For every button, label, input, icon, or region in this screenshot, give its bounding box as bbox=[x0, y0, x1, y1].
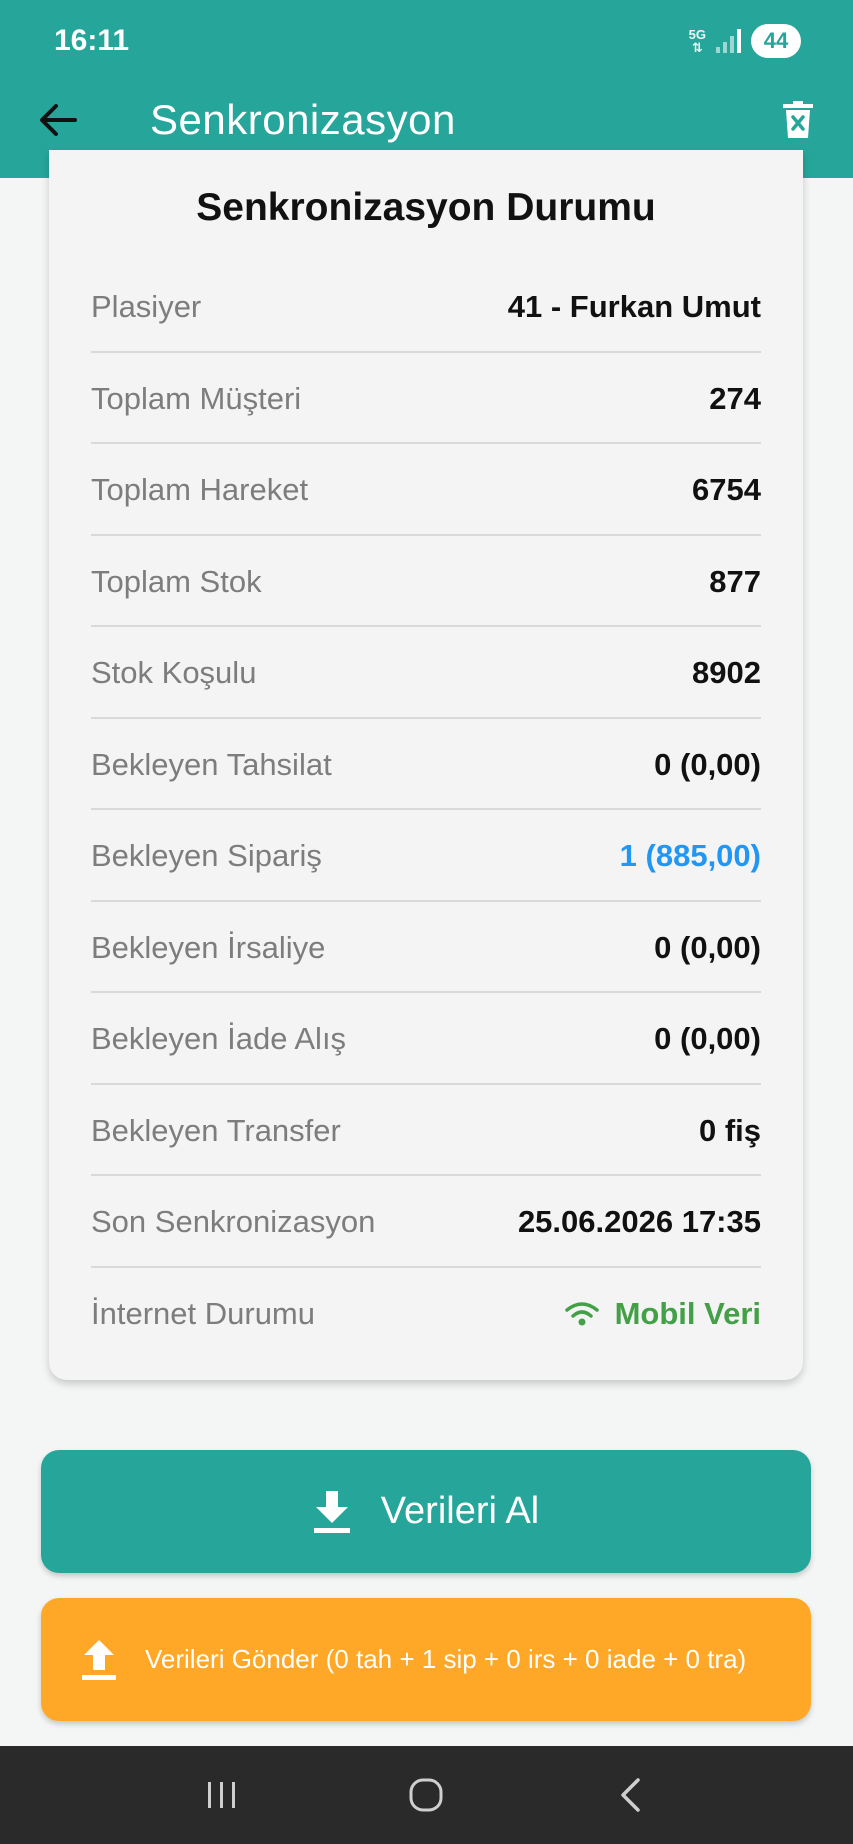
chevron-left-icon bbox=[621, 1778, 640, 1812]
row-pending-order[interactable]: Bekleyen Sipariş 1 (885,00) bbox=[91, 810, 761, 901]
wifi-icon bbox=[564, 1301, 599, 1325]
row-stock-condition: Stok Koşulu 8902 bbox=[91, 627, 761, 718]
network-type-icon: 5G ⇅ bbox=[688, 27, 706, 55]
row-label: Bekleyen Tahsilat bbox=[91, 746, 332, 782]
internet-status-value: Mobil Veri bbox=[564, 1295, 761, 1332]
row-label: Toplam Hareket bbox=[91, 471, 309, 507]
row-label: İnternet Durumu bbox=[91, 1295, 315, 1331]
pending-order-link[interactable]: 1 (885,00) bbox=[620, 838, 761, 874]
back-button[interactable] bbox=[36, 98, 80, 142]
row-label: Son Senkronizasyon bbox=[91, 1203, 376, 1239]
row-value: 0 (0,00) bbox=[654, 1020, 761, 1056]
receive-data-button[interactable]: Verileri Al bbox=[41, 1450, 811, 1573]
home-button[interactable] bbox=[396, 1765, 456, 1825]
row-label: Plasiyer bbox=[91, 288, 202, 324]
internet-status-label: Mobil Veri bbox=[614, 1295, 761, 1331]
row-total-customers: Toplam Müşteri 274 bbox=[91, 353, 761, 444]
receive-data-label: Verileri Al bbox=[380, 1490, 540, 1532]
network-type-label: 5G bbox=[688, 27, 706, 42]
status-indicators: 5G ⇅ 44 bbox=[689, 24, 801, 58]
card-title: Senkronizasyon Durumu bbox=[196, 186, 656, 229]
home-icon bbox=[409, 1778, 443, 1812]
recent-apps-icon bbox=[208, 1782, 236, 1808]
sync-screen: 16:11 5G ⇅ 44 Senkronizasyon Senkronizasy… bbox=[0, 0, 853, 1844]
upload-icon bbox=[82, 1639, 116, 1680]
row-label: Bekleyen İrsaliye bbox=[91, 929, 326, 965]
row-label: Toplam Stok bbox=[91, 563, 262, 599]
delete-icon bbox=[783, 101, 813, 138]
row-label: Bekleyen Transfer bbox=[91, 1112, 341, 1148]
nav-back-button[interactable] bbox=[601, 1765, 661, 1825]
recent-apps-button[interactable] bbox=[192, 1765, 252, 1825]
row-label: Bekleyen Sipariş bbox=[91, 837, 322, 873]
row-pending-waybill: Bekleyen İrsaliye 0 (0,00) bbox=[91, 902, 761, 993]
row-value: 877 bbox=[709, 563, 761, 599]
row-label: Stok Koşulu bbox=[91, 654, 257, 690]
row-label: Bekleyen İade Alış bbox=[91, 1020, 347, 1056]
row-value: 274 bbox=[709, 380, 761, 416]
row-value: 0 fiş bbox=[698, 1112, 761, 1148]
send-data-button[interactable]: Verileri Gönder (0 tah + 1 sip + 0 irs +… bbox=[41, 1598, 811, 1721]
row-total-stock: Toplam Stok 877 bbox=[91, 536, 761, 627]
send-data-label: Verileri Gönder (0 tah + 1 sip + 0 irs +… bbox=[145, 1644, 747, 1674]
battery-indicator: 44 bbox=[751, 24, 801, 58]
arrow-left-icon bbox=[40, 104, 77, 136]
page-title: Senkronizasyon bbox=[150, 96, 456, 143]
download-icon bbox=[313, 1490, 350, 1533]
delete-button[interactable] bbox=[777, 98, 819, 142]
row-internet-status: İnternet Durumu Mobil Veri bbox=[91, 1268, 761, 1359]
row-value: 0 (0,00) bbox=[654, 929, 761, 965]
row-total-transactions: Toplam Hareket 6754 bbox=[91, 444, 761, 535]
row-pending-return: Bekleyen İade Alış 0 (0,00) bbox=[91, 993, 761, 1084]
row-pending-transfer: Bekleyen Transfer 0 fiş bbox=[91, 1085, 761, 1176]
row-value: 0 (0,00) bbox=[654, 746, 761, 782]
sync-status-card: Senkronizasyon Durumu Plasiyer 41 - Furk… bbox=[49, 150, 803, 1380]
row-value: 25.06.2026 17:35 bbox=[517, 1203, 761, 1239]
row-plasiyer: Plasiyer 41 - Furkan Umut bbox=[91, 261, 761, 352]
row-value: 41 - Furkan Umut bbox=[507, 288, 761, 324]
status-time: 16:11 bbox=[54, 24, 130, 57]
signal-icon bbox=[716, 29, 741, 53]
row-pending-collection: Bekleyen Tahsilat 0 (0,00) bbox=[91, 719, 761, 810]
row-label: Toplam Müşteri bbox=[91, 380, 302, 416]
row-value: 6754 bbox=[692, 471, 761, 507]
system-nav-bar bbox=[0, 1746, 853, 1844]
row-last-sync: Son Senkronizasyon 25.06.2026 17:35 bbox=[91, 1176, 761, 1267]
row-value: 8902 bbox=[692, 654, 761, 690]
